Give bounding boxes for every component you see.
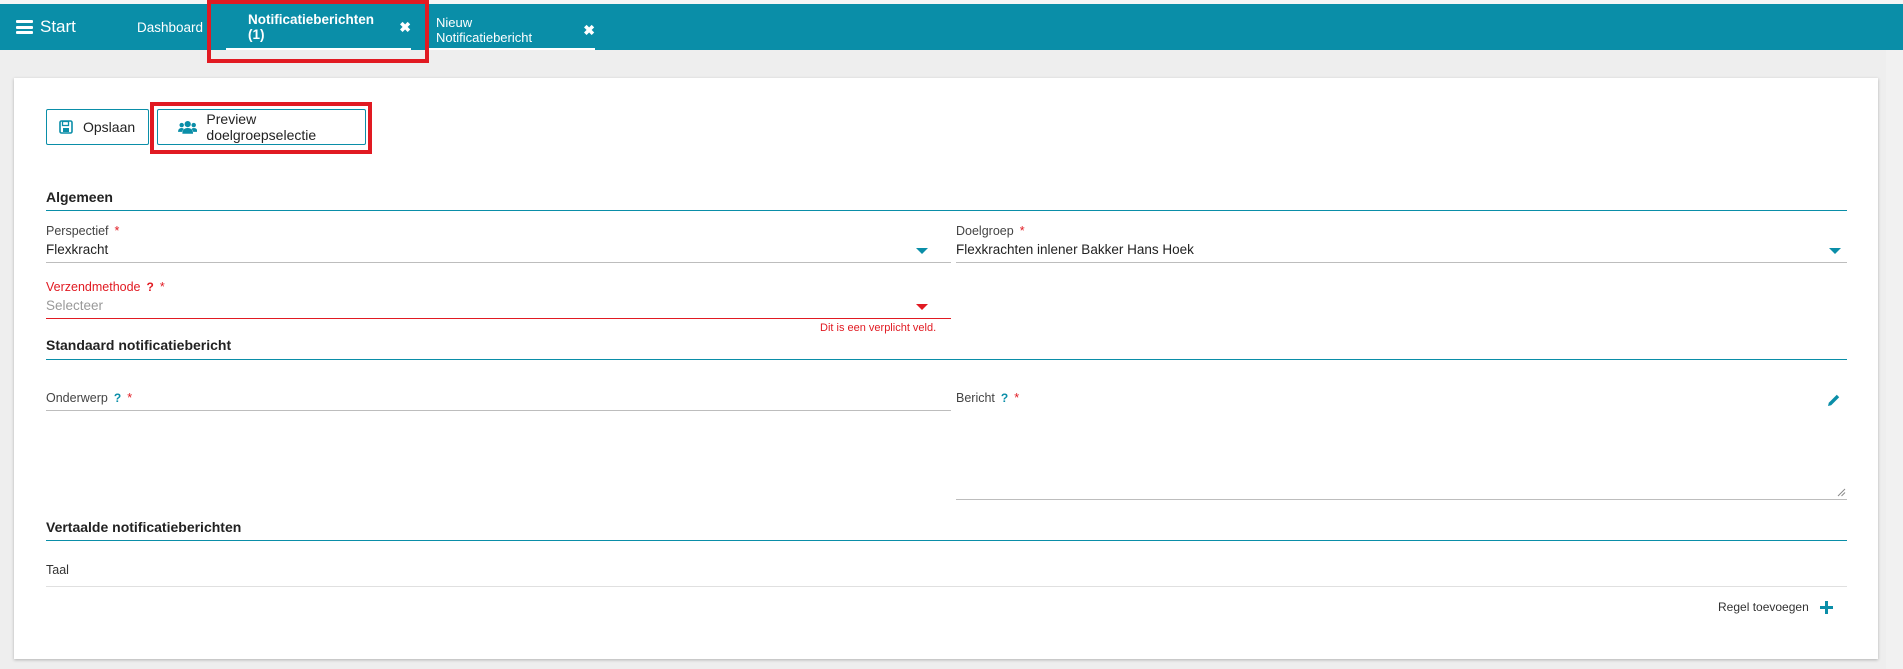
verzendmethode-error: Dit is een verplicht veld.	[820, 322, 937, 334]
doelgroep-select[interactable]: Flexkrachten inlener Bakker Hans Hoek	[956, 242, 1194, 257]
perspectief-select[interactable]: Flexkracht	[46, 242, 108, 257]
top-navigation-bar: Start Dashboard Notificatieberichten (1)…	[0, 4, 1903, 50]
verzendmethode-label: Verzendmethode? *	[46, 280, 165, 294]
tab-label: Dashboard	[137, 19, 204, 35]
add-row-button[interactable]: Regel toevoegen	[1718, 600, 1833, 614]
page-scrollbar[interactable]	[1886, 50, 1903, 669]
tab-notificatieberichten[interactable]: Notificatieberichten (1) ✖	[226, 4, 411, 50]
chevron-down-icon[interactable]	[916, 248, 928, 254]
column-header-taal: Taal	[46, 563, 69, 577]
tab-nieuw-notificatiebericht[interactable]: Nieuw Notificatiebericht ✖	[425, 4, 595, 50]
bericht-textarea[interactable]	[956, 499, 1847, 500]
plus-icon	[1819, 600, 1833, 614]
tab-indicator	[425, 48, 595, 50]
section-divider	[46, 540, 1847, 541]
close-icon[interactable]: ✖	[583, 22, 595, 39]
onderwerp-label: Onderwerp? *	[46, 391, 133, 405]
hamburger-menu-icon[interactable]	[16, 20, 33, 34]
tab-dashboard[interactable]: Dashboard	[137, 4, 203, 50]
help-icon[interactable]: ?	[1001, 391, 1008, 405]
chevron-down-icon[interactable]	[916, 304, 928, 310]
doelgroep-underline	[956, 262, 1847, 263]
verzendmethode-underline	[46, 318, 951, 319]
bericht-label: Bericht? *	[956, 391, 1020, 405]
perspectief-label: Perspectief *	[46, 224, 120, 238]
start-link[interactable]: Start	[40, 4, 76, 50]
verzendmethode-select[interactable]: Selecteer	[46, 298, 103, 313]
preview-doelgroepselectie-button[interactable]: Preview doelgroepselectie	[157, 109, 366, 145]
tab-label: Notificatieberichten (1)	[248, 12, 375, 42]
table-divider	[46, 586, 1847, 587]
help-icon[interactable]: ?	[147, 280, 154, 294]
section-title-standaard: Standaard notificatiebericht	[46, 337, 232, 353]
close-icon[interactable]: ✖	[399, 19, 411, 36]
doelgroep-label: Doelgroep *	[956, 224, 1025, 238]
floppy-disk-icon	[59, 120, 73, 134]
add-row-label: Regel toevoegen	[1718, 600, 1809, 614]
users-icon	[178, 120, 198, 134]
section-divider	[46, 359, 1847, 360]
save-button[interactable]: Opslaan	[46, 109, 149, 145]
section-title-algemeen: Algemeen	[46, 189, 113, 205]
preview-button-label: Preview doelgroepselectie	[206, 111, 317, 143]
chevron-down-icon[interactable]	[1829, 248, 1841, 254]
active-tab-indicator	[226, 48, 411, 50]
resize-handle-icon[interactable]	[1837, 488, 1846, 497]
section-title-vertaalde: Vertaalde notificatieberichten	[46, 519, 242, 535]
perspectief-underline	[46, 262, 951, 263]
save-button-label: Opslaan	[83, 119, 136, 135]
section-divider	[46, 210, 1847, 211]
form-card: Opslaan Preview doelgroepselectie Algeme…	[14, 78, 1878, 659]
help-icon[interactable]: ?	[114, 391, 121, 405]
onderwerp-input[interactable]	[46, 410, 951, 411]
tab-label: Nieuw Notificatiebericht	[436, 15, 533, 45]
pencil-edit-icon[interactable]	[1827, 393, 1841, 407]
